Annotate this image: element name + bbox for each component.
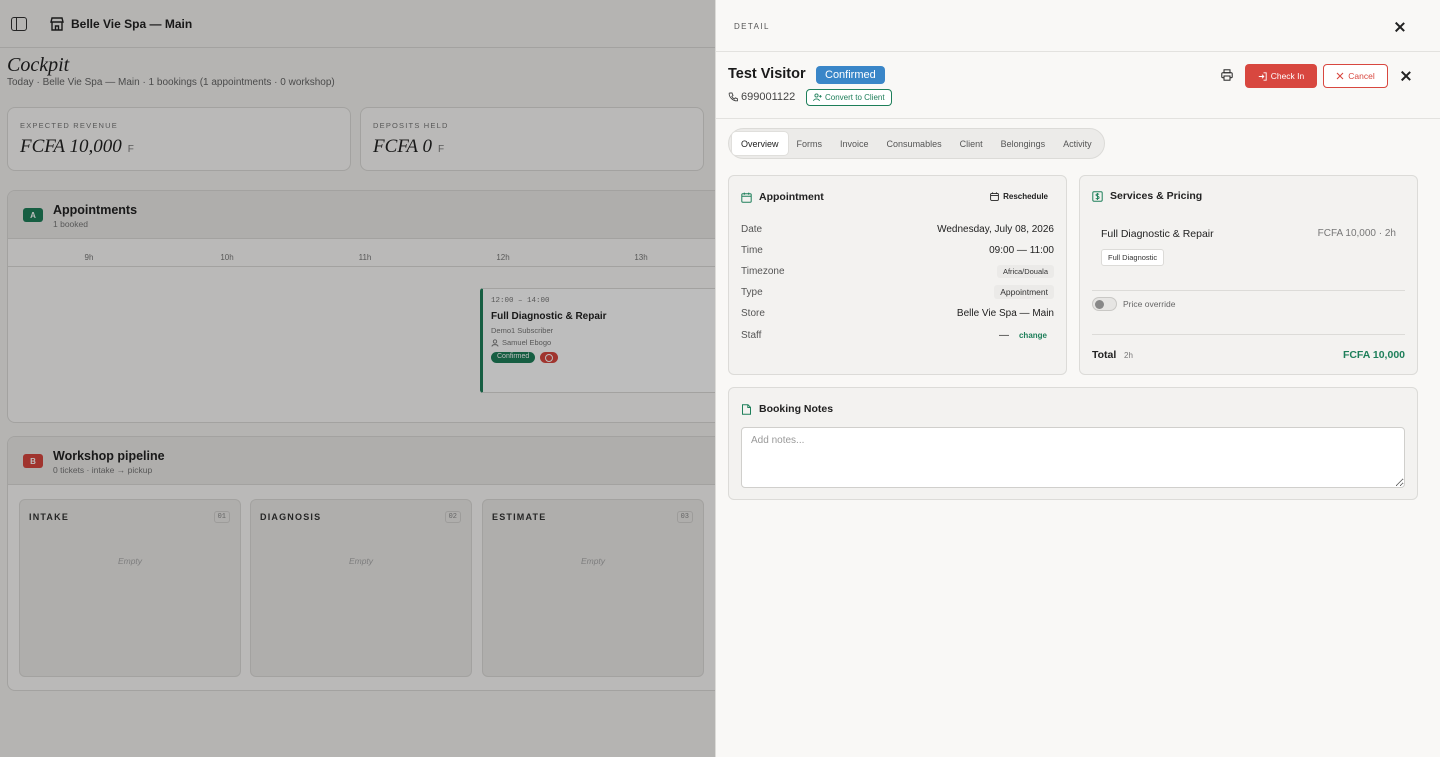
- detail-row-staff: Staff — change: [741, 327, 1054, 343]
- check-in-button[interactable]: Check In: [1245, 64, 1317, 88]
- print-icon[interactable]: [1221, 69, 1233, 81]
- detail-row-timezone: Timezone Africa/Douala: [741, 263, 1054, 279]
- tab-consumables[interactable]: Consumables: [878, 132, 951, 155]
- tab-belongings[interactable]: Belongings: [992, 132, 1055, 155]
- reschedule-button[interactable]: Reschedule: [990, 192, 1048, 201]
- row-value: Appointment: [994, 285, 1054, 299]
- row-value: Africa/Douala: [996, 264, 1054, 278]
- notes-card-title: Booking Notes: [741, 403, 833, 415]
- tab-invoice[interactable]: Invoice: [831, 132, 878, 155]
- close-icon[interactable]: [1399, 69, 1413, 83]
- row-key: Staff: [741, 329, 762, 341]
- change-staff-link[interactable]: change: [1019, 331, 1054, 340]
- total-label: Total: [1092, 349, 1117, 361]
- row-key: Type: [741, 286, 763, 298]
- phone-number: 699001122: [728, 91, 795, 103]
- file-icon: [742, 403, 751, 415]
- booking-notes-input[interactable]: [741, 427, 1405, 488]
- card-title-text: Services & Pricing: [1110, 190, 1203, 202]
- cancel-label: Cancel: [1348, 71, 1375, 81]
- calendar-clock-icon: [990, 192, 999, 201]
- card-title-text: Appointment: [759, 191, 824, 203]
- cancel-booking-button[interactable]: Cancel: [1323, 64, 1388, 88]
- tab-activity[interactable]: Activity: [1054, 132, 1101, 155]
- divider: [1092, 290, 1405, 291]
- price-override-toggle[interactable]: [1092, 297, 1117, 311]
- total-duration: 2h: [1124, 351, 1133, 360]
- close-drawer-icon[interactable]: [1393, 20, 1407, 34]
- phone-value: 699001122: [741, 91, 796, 103]
- row-key: Store: [741, 307, 765, 319]
- row-key: Date: [741, 223, 763, 235]
- card-title-text: Booking Notes: [759, 403, 834, 415]
- detail-tabs: Overview Forms Invoice Consumables Clien…: [728, 128, 1105, 159]
- detail-row-store: Store Belle Vie Spa — Main: [741, 305, 1054, 321]
- service-name: Full Diagnostic & Repair: [1101, 228, 1214, 240]
- reschedule-label: Reschedule: [1003, 192, 1048, 201]
- drawer-label: DETAIL: [734, 22, 770, 31]
- row-value: 09:00 — 11:00: [989, 244, 1054, 256]
- convert-label: Convert to Client: [825, 93, 885, 102]
- drawer-topbar: DETAIL: [716, 0, 1440, 52]
- status-badge: Confirmed: [816, 66, 885, 84]
- detail-drawer: DETAIL Test Visitor Confirmed 699001122 …: [715, 0, 1440, 757]
- row-value: Wednesday, July 08, 2026: [937, 223, 1054, 235]
- visitor-name: Test Visitor: [728, 66, 806, 82]
- booking-notes-card: Booking Notes: [728, 387, 1418, 500]
- divider: [1092, 334, 1405, 335]
- booking-header: Test Visitor Confirmed 699001122 Convert…: [716, 52, 1440, 119]
- calendar-icon: [741, 192, 752, 203]
- total-value: FCFA 10,000: [1342, 349, 1405, 361]
- row-key: Timezone: [741, 265, 785, 277]
- services-pricing-card: Services & Pricing Full Diagnostic & Rep…: [1079, 175, 1418, 375]
- row-value: —: [998, 329, 1009, 341]
- modal-overlay[interactable]: [0, 0, 715, 757]
- phone-icon: [728, 92, 738, 102]
- tab-overview[interactable]: Overview: [732, 132, 788, 155]
- services-card-title: Services & Pricing: [1092, 190, 1202, 202]
- check-in-label: Check In: [1270, 71, 1305, 81]
- x-icon: [1336, 72, 1344, 80]
- service-chip: Full Diagnostic: [1101, 249, 1165, 266]
- appointment-card-title: Appointment: [741, 191, 824, 203]
- user-plus-icon: [813, 93, 822, 102]
- detail-row-date: Date Wednesday, July 08, 2026: [741, 221, 1054, 237]
- row-key: Time: [741, 244, 763, 256]
- service-price: FCFA 10,000 · 2h: [1317, 228, 1396, 239]
- dollar-icon: [1092, 190, 1103, 202]
- row-value: Belle Vie Spa — Main: [956, 307, 1054, 319]
- detail-row-type: Type Appointment: [741, 284, 1054, 300]
- appointment-details-card: Appointment Reschedule Date Wednesday, J…: [728, 175, 1067, 375]
- login-icon: [1258, 71, 1267, 81]
- tab-forms[interactable]: Forms: [788, 132, 832, 155]
- detail-row-time: Time 09:00 — 11:00: [741, 242, 1054, 258]
- convert-to-client-button[interactable]: Convert to Client: [806, 89, 892, 106]
- price-override-label: Price override: [1123, 299, 1176, 309]
- tab-client[interactable]: Client: [951, 132, 992, 155]
